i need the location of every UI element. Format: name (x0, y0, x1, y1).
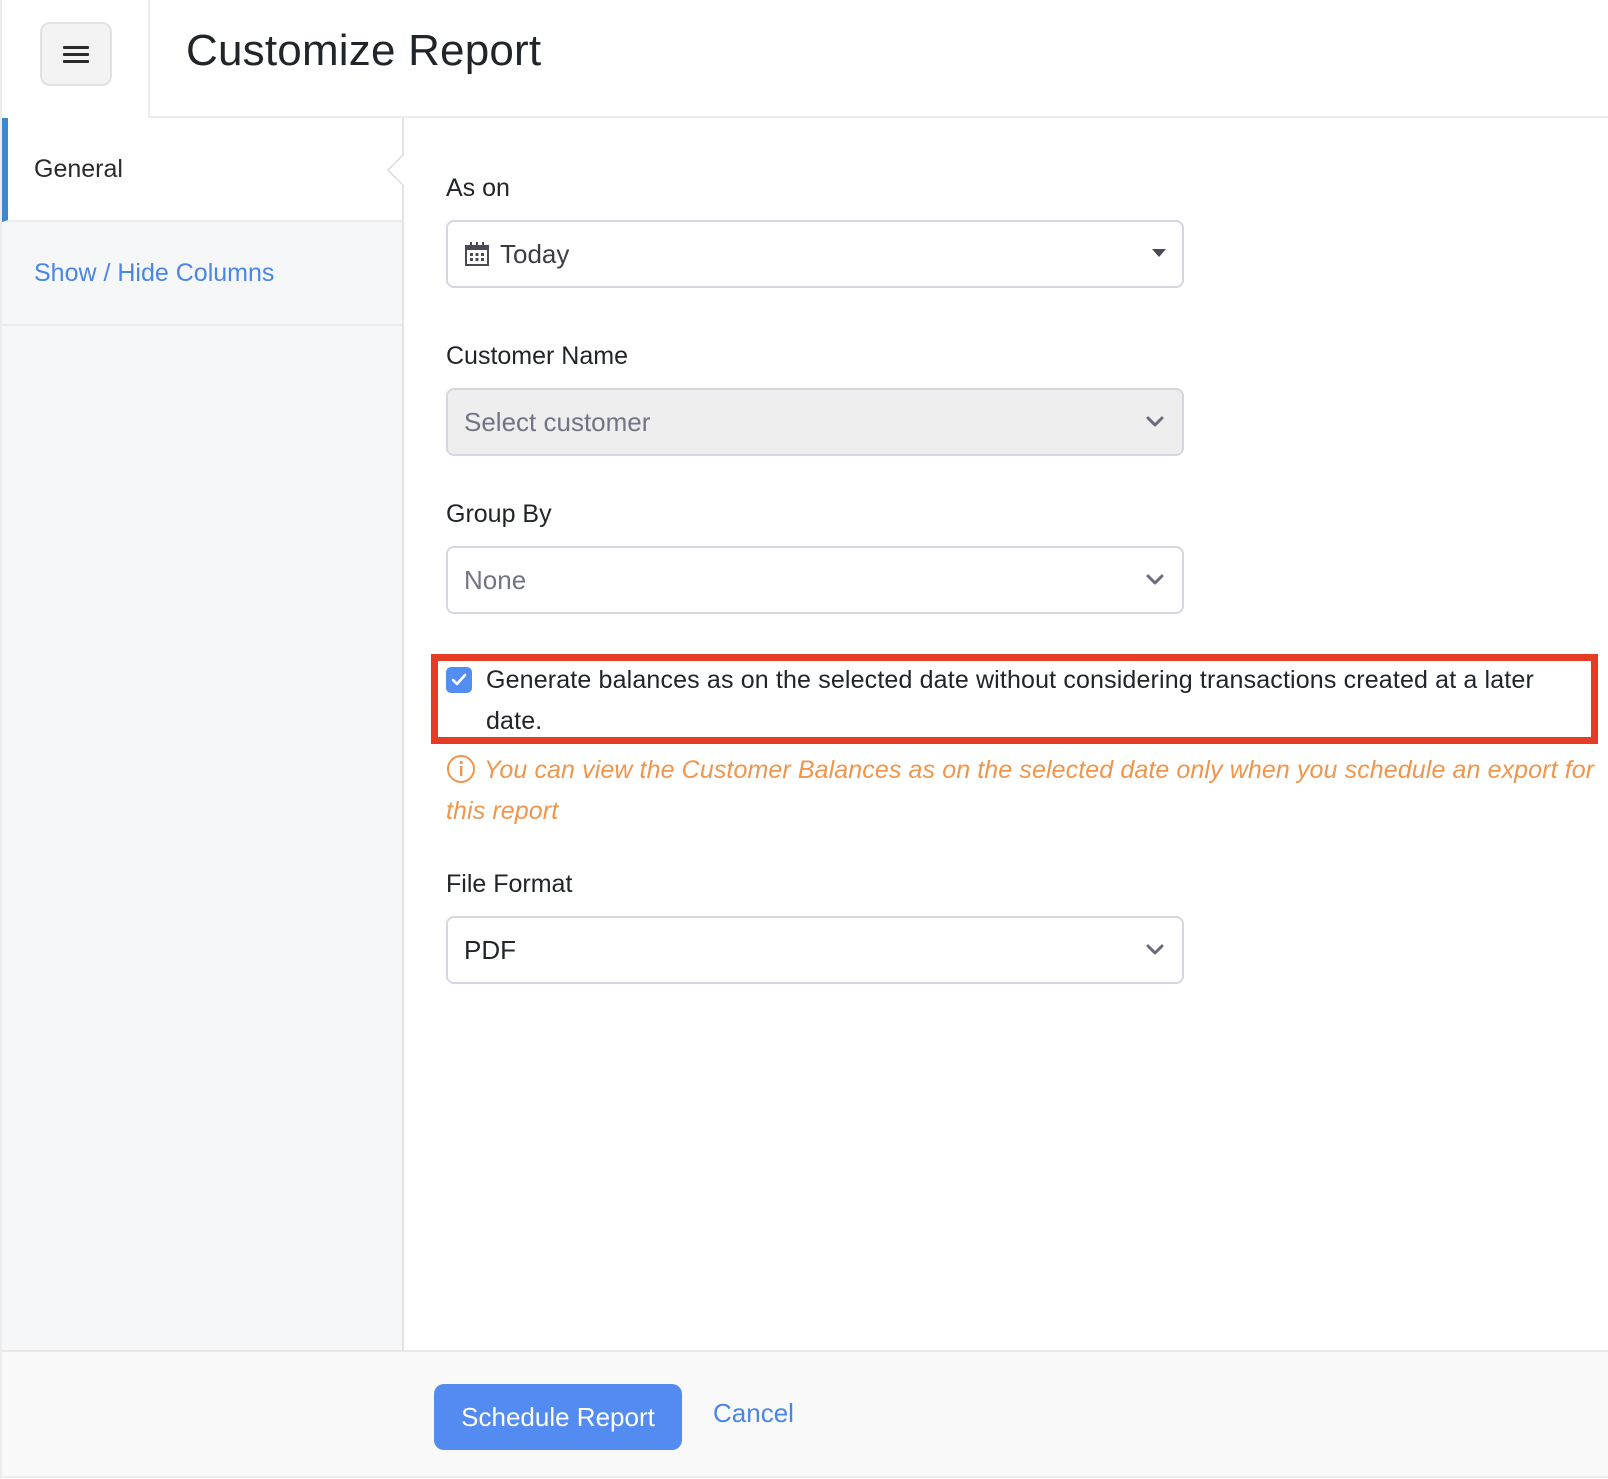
menu-cell (2, 0, 148, 118)
footer-actions: Schedule Report Cancel (2, 1350, 1608, 1478)
checkmark-icon (451, 673, 467, 686)
chevron-down-icon (1146, 574, 1164, 585)
chevron-down-icon (1146, 416, 1164, 427)
menu-button[interactable] (40, 22, 112, 86)
file-format-value: PDF (464, 934, 516, 965)
file-format-label: File Format (446, 870, 573, 898)
schedule-report-button[interactable]: Schedule Report (434, 1384, 682, 1450)
sidebar-item-label: Show / Hide Columns (34, 258, 275, 287)
cancel-button[interactable]: Cancel (713, 1398, 794, 1429)
customer-name-dropdown[interactable]: Select customer (446, 388, 1184, 456)
chevron-down-icon (1146, 944, 1164, 955)
as-on-dropdown[interactable]: Today (446, 220, 1184, 288)
group-by-label: Group By (446, 500, 552, 528)
customer-name-label: Customer Name (446, 342, 628, 370)
export-note: You can view the Customer Balances as on… (446, 750, 1596, 832)
sidebar-item-general[interactable]: General (2, 118, 402, 222)
balance-option-row: Generate balances as on the selected dat… (446, 660, 1596, 742)
active-tab-pointer (386, 152, 406, 188)
as-on-value: Today (500, 238, 570, 269)
customize-report-page: Customize Report General Show / Hide Col… (0, 0, 1608, 1479)
file-format-dropdown[interactable]: PDF (446, 916, 1184, 984)
info-icon (447, 755, 475, 783)
balance-option-checkbox[interactable] (446, 667, 472, 693)
title-bar: Customize Report (148, 0, 1608, 118)
sidebar-item-show-hide-columns[interactable]: Show / Hide Columns (2, 222, 402, 326)
group-by-dropdown[interactable]: None (446, 546, 1184, 614)
customer-name-placeholder: Select customer (464, 406, 651, 437)
caret-down-icon (1152, 249, 1166, 257)
page-title: Customize Report (186, 26, 542, 75)
header: Customize Report (2, 0, 1608, 118)
as-on-label: As on (446, 174, 510, 202)
export-note-text: You can view the Customer Balances as on… (446, 756, 1595, 825)
group-by-value: None (464, 564, 527, 595)
sidebar-item-label: General (34, 154, 123, 183)
calendar-icon (465, 242, 489, 266)
sidebar: General Show / Hide Columns (2, 118, 404, 1350)
balance-option-label[interactable]: Generate balances as on the selected dat… (486, 660, 1596, 742)
report-settings-form: As on Today Customer Name Select custome… (404, 118, 1608, 1350)
hamburger-menu-icon (63, 45, 89, 63)
